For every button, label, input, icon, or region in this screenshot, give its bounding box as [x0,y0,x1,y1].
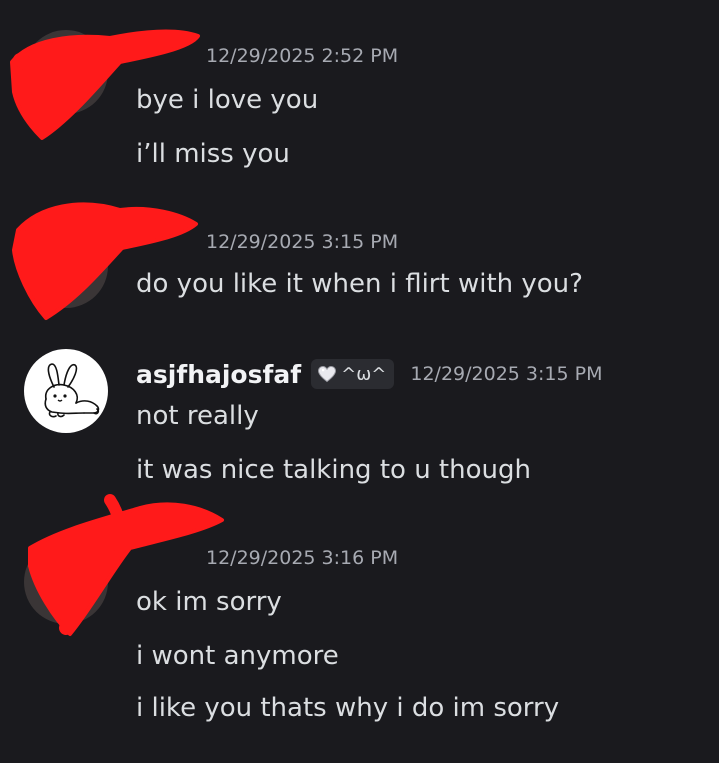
message-timestamp[interactable]: 12/29/2025 2:52 PM [206,45,398,67]
message-header: 12/29/2025 3:16 PM [136,538,398,578]
bunny-avatar [44,363,100,418]
message-header: asjfhajosfaf ^ω^ 12/29/2025 3:15 PM [136,354,602,394]
message-text: i wont anymore [136,641,339,671]
message-text: ok im sorry [136,587,282,617]
message-timestamp[interactable]: 12/29/2025 3:16 PM [206,547,398,569]
message-header: 12/29/2025 2:52 PM [136,36,398,76]
user-tag-text: ^ω^ [341,363,387,385]
user-tag-badge[interactable]: ^ω^ [311,359,395,389]
message-text: do you like it when i flirt with you? [136,269,583,299]
message-text: it was nice talking to u though [136,455,531,485]
username[interactable]: asjfhajosfaf [136,360,301,389]
avatar[interactable] [24,224,108,308]
message-timestamp[interactable]: 12/29/2025 3:15 PM [206,231,398,253]
message-text: i’ll miss you [136,139,290,169]
avatar[interactable] [24,30,108,114]
avatar[interactable] [24,349,108,433]
heart-icon [318,365,337,383]
message-header: 12/29/2025 3:15 PM [136,222,398,262]
message-text: not really [136,401,259,431]
message-timestamp[interactable]: 12/29/2025 3:15 PM [410,363,602,385]
message-text: i like you thats why i do im sorry [136,693,560,723]
avatar[interactable] [24,540,108,624]
message-text: bye i love you [136,85,319,115]
